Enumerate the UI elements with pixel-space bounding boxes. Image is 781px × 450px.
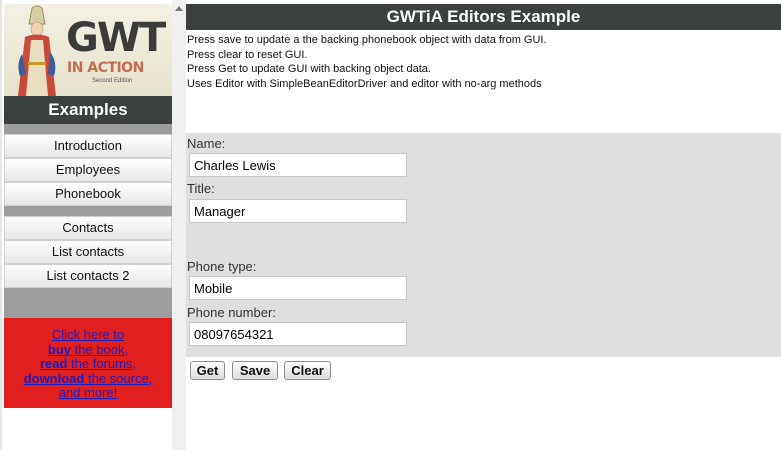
promo-download-word: download [23, 370, 85, 386]
sidebar-item-employees[interactable]: Employees [4, 158, 172, 182]
phone-type-label: Phone type: [187, 259, 257, 274]
page-title: GWTiA Editors Example [186, 4, 781, 30]
sidebar-item-phonebook[interactable]: Phonebook [4, 182, 172, 206]
promo-box: Click here to buy the book, read the for… [4, 318, 172, 408]
sidebar-item-introduction[interactable]: Introduction [4, 134, 172, 158]
sidebar-divider [4, 124, 172, 134]
instructions: Press save to update a the backing phone… [187, 33, 777, 91]
sidebar-item-list-contacts-2[interactable]: List contacts 2 [4, 264, 172, 288]
editor-form: Name: Title: Phone type: Phone number: [186, 133, 781, 357]
instruction-line: Press save to update a the backing phone… [187, 34, 547, 46]
title-field[interactable] [189, 199, 407, 223]
main-content: GWTiA Editors Example Press save to upda… [186, 0, 781, 450]
clear-button[interactable]: Clear [284, 361, 331, 380]
sidebar-divider [4, 206, 172, 216]
save-button[interactable]: Save [232, 361, 278, 380]
name-label: Name: [187, 136, 226, 151]
instruction-line: Press Get to update GUI with backing obj… [187, 63, 431, 75]
cover-edition: Second Edition [92, 78, 133, 84]
promo-buy-rest: the book, [71, 341, 129, 357]
promo-link-more[interactable]: and more! [59, 385, 118, 400]
name-field[interactable] [189, 153, 407, 177]
promo-link-intro[interactable]: Click here to [52, 327, 124, 342]
instruction-line: Press clear to reset GUI. [187, 48, 308, 61]
instruction-line: Uses Editor with SimpleBeanEditorDriver … [187, 77, 542, 90]
scrollbar[interactable] [172, 0, 186, 450]
sidebar-item-contacts[interactable]: Contacts [4, 216, 172, 240]
cover-title: GWT [66, 15, 166, 61]
book-cover-logo: GWT IN ACTION Second Edition [4, 4, 172, 96]
scroll-up-icon[interactable] [175, 6, 183, 11]
title-label: Title: [187, 181, 215, 196]
sidebar: GWT IN ACTION Second Edition Examples In… [0, 0, 174, 450]
promo-buy-word: buy [47, 341, 71, 357]
promo-link-read[interactable]: read the forums, [40, 356, 136, 371]
promo-download-rest: the source, [84, 370, 153, 386]
get-button[interactable]: Get [190, 361, 225, 380]
sidebar-item-list-contacts[interactable]: List contacts [4, 240, 172, 264]
phone-number-field[interactable] [189, 322, 407, 346]
promo-link-download[interactable]: download the source, [24, 371, 153, 386]
cover-subtitle: IN ACTION [67, 60, 144, 76]
promo-read-rest: the forums, [67, 356, 137, 371]
sidebar-header: Examples [4, 96, 172, 124]
phone-number-label: Phone number: [187, 305, 276, 320]
promo-read-word: read [39, 356, 68, 371]
phone-type-field[interactable] [189, 276, 407, 300]
promo-link-buy[interactable]: buy the book, [48, 342, 128, 357]
sidebar-divider [4, 288, 172, 318]
